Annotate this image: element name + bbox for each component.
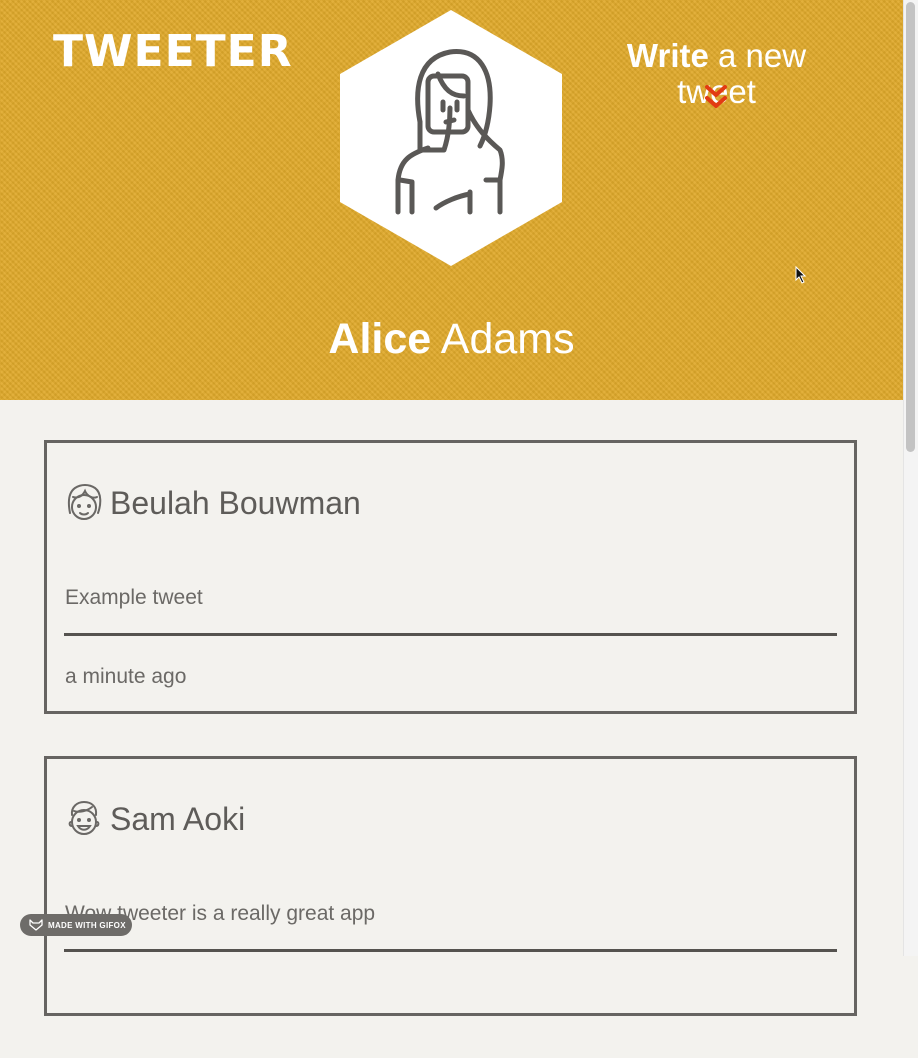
compose-strong-text: Write: [626, 37, 709, 74]
fox-icon: [29, 919, 43, 931]
tweet-divider: [64, 633, 837, 636]
tweet-content: Example tweet: [65, 586, 203, 609]
profile-avatar-icon: [340, 10, 562, 266]
scrollbar-thumb[interactable]: [906, 2, 915, 452]
watermark-label: MADE WITH GIFOX: [48, 920, 126, 930]
tweet-author[interactable]: Beulah Bouwman: [110, 485, 361, 522]
tweet-timestamp: a minute ago: [65, 665, 187, 688]
profile-last-name: Adams: [431, 315, 575, 363]
app-logo[interactable]: TWEETER: [53, 30, 293, 74]
double-chevron-down-icon[interactable]: [704, 84, 728, 112]
girl-face-icon: [67, 484, 102, 520]
tweet-card: Beulah Bouwman Example tweet a minute ag…: [44, 440, 857, 714]
mouse-cursor-icon: [795, 266, 807, 284]
header-banner: TWEETER Write a new tweet Alice Adams: [0, 0, 903, 400]
profile-first-name: Alice: [328, 315, 432, 363]
tweet-card: Sam Aoki Wow tweeter is a really great a…: [44, 756, 857, 1016]
gifox-watermark: MADE WITH GIFOX: [20, 914, 132, 936]
tweet-feed: Beulah Bouwman Example tweet a minute ag…: [44, 440, 857, 1058]
tweet-divider: [64, 949, 837, 952]
boy-face-icon: [68, 800, 100, 835]
tweet-author[interactable]: Sam Aoki: [110, 801, 245, 838]
profile-name: Alice Adams: [0, 315, 903, 363]
